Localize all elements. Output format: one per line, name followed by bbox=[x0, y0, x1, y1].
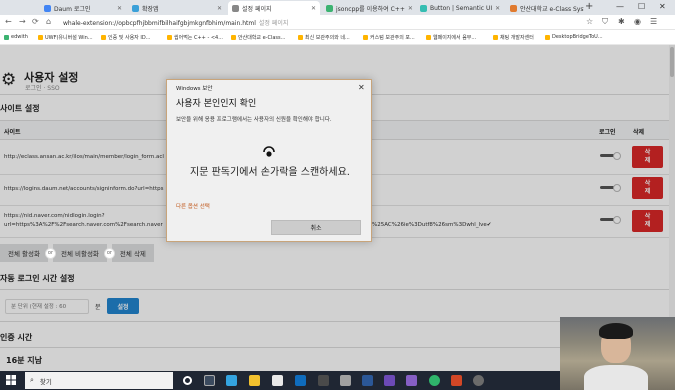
bookmark-item[interactable]: 씹어먹는 C++ - <4... bbox=[167, 34, 223, 41]
fingerprint-instruction: 지문 판독기에서 손가락을 스캔하세요. bbox=[190, 167, 350, 178]
folder-icon bbox=[101, 35, 106, 40]
forward-arrow-icon[interactable]: → bbox=[19, 17, 26, 26]
bookmark-item[interactable]: 커스텀 보관주의 포... bbox=[363, 34, 415, 41]
url-text: whale-extension://opbcpfhjbbmifbilhaifgb… bbox=[63, 20, 256, 27]
app-icon[interactable] bbox=[362, 375, 373, 386]
app-icon[interactable] bbox=[384, 375, 395, 386]
tab-close-icon[interactable]: ✕ bbox=[405, 5, 413, 12]
tab-semantic-ui[interactable]: Button | Semantic UI ✕ bbox=[416, 1, 504, 15]
tab-close-icon[interactable]: ✕ bbox=[308, 5, 316, 12]
tab-title: 확장앱 bbox=[142, 5, 159, 13]
windows-security-dialog: Windows 보안 ✕ 사용자 본인인지 확인 보안을 위해 응용 프로그램에… bbox=[166, 79, 372, 242]
task-view-icon[interactable] bbox=[204, 375, 215, 386]
daum-favicon-icon bbox=[44, 4, 51, 12]
star-icon[interactable]: ☆ bbox=[586, 17, 593, 26]
folder-icon bbox=[426, 35, 431, 40]
settings-favicon-icon bbox=[232, 4, 239, 12]
bookmark-item[interactable]: 최신 보관주의와 네... bbox=[298, 34, 350, 41]
new-tab-button[interactable]: + bbox=[585, 1, 593, 12]
minimize-button[interactable]: — bbox=[616, 2, 624, 11]
whale-favicon-icon bbox=[132, 4, 139, 12]
tab-title: 안산대학교 e-Class System bbox=[520, 5, 584, 13]
reload-icon[interactable]: ⟳ bbox=[32, 17, 39, 26]
bookmark-icon bbox=[4, 34, 9, 40]
tab-title: jsoncpp를 이용하여 C++ bbox=[336, 5, 405, 13]
tab-close-icon[interactable]: ✕ bbox=[214, 5, 222, 12]
tab-settings-page[interactable]: 설정 페이지 ✕ bbox=[228, 1, 320, 15]
app-icon[interactable] bbox=[473, 375, 484, 386]
address-bar: ← → ⟳ ⌂ whale-extension://opbcpfhjbbmifb… bbox=[0, 15, 675, 30]
window-close-button[interactable]: ✕ bbox=[659, 2, 666, 11]
windows-start-icon[interactable] bbox=[6, 375, 16, 385]
url-field[interactable]: whale-extension://opbcpfhjbbmifbilhaifgb… bbox=[63, 18, 288, 27]
profile-icon[interactable]: ◉ bbox=[634, 17, 641, 26]
dialog-heading: 사용자 본인인지 확인 bbox=[176, 99, 257, 109]
dialog-window-title: Windows 보안 bbox=[176, 86, 213, 92]
app-icon[interactable] bbox=[318, 375, 329, 386]
tab-daum-login[interactable]: Daum 로그인 ✕ bbox=[40, 1, 126, 15]
visual-studio-icon[interactable] bbox=[406, 375, 417, 386]
bookmark-item[interactable]: 웹페이지에서 음부... bbox=[426, 34, 476, 41]
jsoncpp-favicon-icon bbox=[326, 4, 333, 12]
folder-icon bbox=[545, 34, 550, 40]
cancel-button[interactable]: 취소 bbox=[271, 220, 361, 235]
bookmark-item[interactable]: UWF(유니버설 Win... bbox=[38, 34, 93, 41]
other-options-link[interactable]: 다른 옵션 선택 bbox=[176, 202, 210, 210]
app-icon[interactable] bbox=[340, 375, 351, 386]
file-explorer-icon[interactable] bbox=[249, 375, 260, 386]
app-icon[interactable] bbox=[295, 375, 306, 386]
back-arrow-icon[interactable]: ← bbox=[5, 17, 12, 26]
cortana-icon[interactable] bbox=[183, 376, 192, 385]
tab-title: 설정 페이지 bbox=[242, 5, 272, 13]
tab-eclass[interactable]: 안산대학교 e-Class System ✕ bbox=[506, 1, 584, 15]
dialog-description: 보안을 위해 응용 프로그램에서는 사용자의 신원을 확인해야 합니다. bbox=[176, 117, 332, 123]
taskbar-search-box[interactable]: ⌕ 찾기 bbox=[25, 372, 173, 389]
folder-icon bbox=[363, 35, 368, 40]
fingerprint-icon bbox=[263, 146, 275, 157]
or-separator: or bbox=[44, 247, 56, 259]
whale-browser-icon[interactable] bbox=[429, 375, 440, 386]
folder-icon bbox=[298, 35, 303, 40]
dialog-close-button[interactable]: ✕ bbox=[358, 83, 365, 92]
app-icon[interactable] bbox=[272, 375, 283, 386]
folder-icon bbox=[231, 35, 236, 40]
app-icon[interactable] bbox=[451, 375, 462, 386]
browser-tab-strip: Daum 로그인 ✕ 확장앱 ✕ 설정 페이지 ✕ jsoncpp를 이용하여 … bbox=[0, 0, 675, 15]
webcam-overlay bbox=[560, 317, 675, 390]
eclass-favicon-icon bbox=[510, 4, 517, 12]
tab-extensions[interactable]: 확장앱 ✕ bbox=[128, 1, 226, 15]
bookmark-item[interactable]: 안산대학교 e-Class... bbox=[231, 34, 285, 41]
semantic-favicon-icon bbox=[420, 4, 427, 12]
bookmark-item[interactable]: 채팅 개발자센터 bbox=[493, 34, 534, 41]
bookmark-item[interactable]: DesktopBridgeToU... bbox=[545, 34, 603, 40]
puzzle-icon[interactable]: ✱ bbox=[618, 17, 625, 26]
url-page-title: 설정 페이지 bbox=[258, 20, 289, 27]
bookmarks-bar: edwith UWF(유니버설 Win... 인증 및 사용자 ID... 씹어… bbox=[0, 31, 675, 45]
taskbar-search-placeholder: 찾기 bbox=[39, 377, 52, 386]
home-icon[interactable]: ⌂ bbox=[46, 17, 51, 26]
shield-icon[interactable]: ⛉ bbox=[602, 17, 608, 27]
tab-jsoncpp[interactable]: jsoncpp를 이용하여 C++ ✕ bbox=[322, 1, 414, 15]
windows-taskbar: ⌕ 찾기 bbox=[0, 371, 560, 390]
bookmark-item[interactable]: 인증 및 사용자 ID... bbox=[101, 34, 150, 41]
folder-icon bbox=[167, 35, 172, 40]
tab-title: Daum 로그인 bbox=[54, 5, 91, 13]
search-icon: ⌕ bbox=[30, 376, 34, 384]
tab-close-icon[interactable]: ✕ bbox=[492, 5, 500, 12]
folder-icon bbox=[493, 35, 498, 40]
tab-close-icon[interactable]: ✕ bbox=[114, 5, 122, 12]
bookmark-item[interactable]: edwith bbox=[4, 34, 28, 40]
app-icon[interactable] bbox=[226, 375, 237, 386]
maximize-button[interactable]: ☐ bbox=[638, 2, 645, 11]
or-separator: or bbox=[103, 247, 115, 259]
folder-icon bbox=[38, 35, 43, 40]
tab-title: Button | Semantic UI bbox=[430, 4, 493, 12]
menu-icon[interactable]: ☰ bbox=[650, 17, 657, 26]
